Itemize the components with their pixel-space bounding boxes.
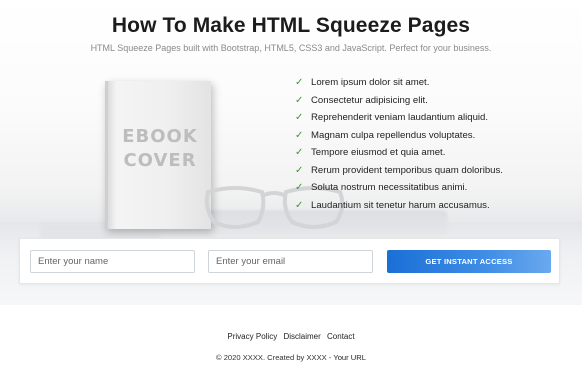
feature-text: Reprehenderit veniam laudantium aliquid.	[311, 112, 489, 124]
page-subtitle: HTML Squeeze Pages built with Bootstrap,…	[90, 43, 492, 53]
hero-section: How To Make HTML Squeeze Pages HTML Sque…	[0, 0, 582, 305]
check-icon: ✓	[295, 164, 304, 176]
check-icon: ✓	[295, 94, 304, 106]
your-url-link[interactable]: Your URL	[333, 353, 366, 362]
disclaimer-link[interactable]: Disclaimer	[283, 332, 320, 341]
list-item: ✓ Magnam culpa repellendus voluptates.	[295, 127, 535, 145]
footer-links: Privacy Policy Disclaimer Contact	[0, 332, 582, 341]
feature-text: Laudantium sit tenetur harum accusamus.	[311, 199, 490, 211]
feature-text: Magnam culpa repellendus voluptates.	[311, 129, 476, 141]
ebook-cover-line-2: COVER	[123, 150, 197, 171]
feature-text: Rerum provident temporibus quam doloribu…	[311, 164, 503, 176]
copyright-text: © 2020 XXXX. Created by XXXX -	[216, 353, 332, 362]
feature-text: Soluta nostrum necessitatibus animi.	[311, 182, 468, 194]
ebook-cover-line-1: EBOOK	[122, 126, 198, 147]
signup-form: GET INSTANT ACCESS	[19, 238, 560, 284]
contact-link[interactable]: Contact	[327, 332, 355, 341]
list-item: ✓ Soluta nostrum necessitatibus animi.	[295, 179, 535, 197]
list-item: ✓ Rerum provident temporibus quam dolorib…	[295, 162, 535, 180]
check-icon: ✓	[295, 77, 304, 89]
check-icon: ✓	[295, 147, 304, 159]
list-item: ✓ Tempore eiusmod et quia amet.	[295, 144, 535, 162]
check-icon: ✓	[295, 182, 304, 194]
list-item: ✓ Consectetur adipisicing elit.	[295, 92, 535, 110]
check-icon: ✓	[295, 112, 304, 124]
list-item: ✓ Laudantium sit tenetur harum accusamus.	[295, 197, 535, 215]
list-item: ✓ Reprehenderit veniam laudantium aliquid…	[295, 109, 535, 127]
page-title: How To Make HTML Squeeze Pages	[111, 14, 471, 37]
ebook-cover-text: EBOOK COVER	[120, 125, 200, 173]
check-icon: ✓	[295, 199, 304, 211]
feature-text: Tempore eiusmod et quia amet.	[311, 147, 446, 159]
feature-list: ✓ Lorem ipsum dolor sit amet. ✓ Consectetu…	[295, 74, 535, 214]
feature-text: Lorem ipsum dolor sit amet.	[311, 77, 430, 89]
get-instant-access-button[interactable]: GET INSTANT ACCESS	[387, 250, 551, 273]
privacy-policy-link[interactable]: Privacy Policy	[227, 332, 277, 341]
ebook-cover-image: EBOOK COVER	[105, 81, 211, 229]
feature-text: Consectetur adipisicing elit.	[311, 94, 428, 106]
copyright: © 2020 XXXX. Created by XXXX - Your URL	[0, 353, 582, 362]
email-field[interactable]	[208, 250, 373, 273]
name-field[interactable]	[30, 250, 195, 273]
list-item: ✓ Lorem ipsum dolor sit amet.	[295, 74, 535, 92]
check-icon: ✓	[295, 129, 304, 141]
